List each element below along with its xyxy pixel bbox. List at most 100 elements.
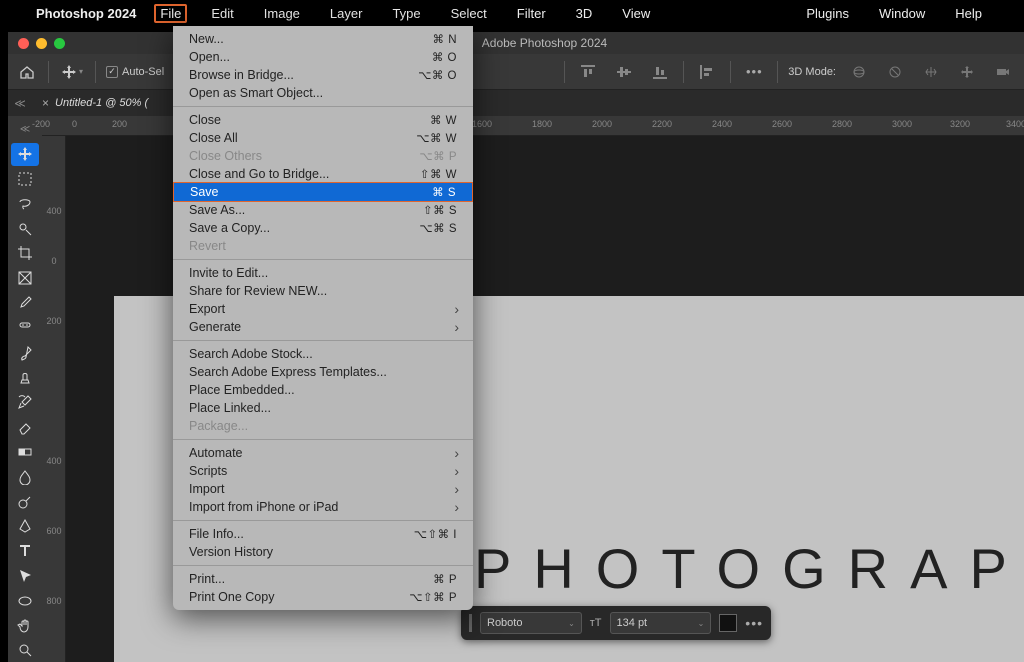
document-tab[interactable]: ×Untitled-1 @ 50% ( — [32, 92, 158, 114]
menu-item-print[interactable]: Print...⌘ P — [173, 570, 473, 588]
menu-image[interactable]: Image — [258, 4, 306, 23]
menu-item-save[interactable]: Save⌘ S — [173, 182, 473, 202]
menu-item-invite-to-edit[interactable]: Invite to Edit... — [173, 264, 473, 282]
tools-panel: ≪ — [8, 116, 42, 662]
menu-item-place-embedded[interactable]: Place Embedded... — [173, 381, 473, 399]
align-top-icon[interactable] — [575, 60, 601, 84]
menu-view[interactable]: View — [616, 4, 656, 23]
brush-tool[interactable] — [11, 341, 39, 364]
menu-item-close[interactable]: Close⌘ W — [173, 111, 473, 129]
menu-item-scripts[interactable]: Scripts — [173, 462, 473, 480]
crop-tool[interactable] — [11, 242, 39, 265]
menu-item-export[interactable]: Export — [173, 300, 473, 318]
menu-item-import[interactable]: Import — [173, 480, 473, 498]
options-bar: ▾ ✓Auto-Sel ••• 3D Mode: — [8, 54, 1024, 90]
app-window: Adobe Photoshop 2024 ▾ ✓Auto-Sel ••• 3D … — [8, 32, 1024, 662]
menu-item-save-a-copy[interactable]: Save a Copy...⌥⌘ S — [173, 219, 473, 237]
home-button[interactable] — [16, 61, 38, 83]
menu-item-browse-in-bridge[interactable]: Browse in Bridge...⌥⌘ O — [173, 66, 473, 84]
menu-item-print-one-copy[interactable]: Print One Copy⌥⇧⌘ P — [173, 588, 473, 606]
more-options-icon[interactable]: ••• — [741, 60, 767, 84]
text-color-swatch[interactable] — [719, 614, 737, 632]
healing-brush-tool[interactable] — [11, 317, 39, 340]
canvas-text-layer[interactable]: PHOTOGRAPHY — [474, 536, 1024, 601]
3d-slide-icon[interactable] — [954, 60, 980, 84]
document-tabbar: ≪ ×Untitled-1 @ 50% ( — [8, 90, 1024, 116]
3d-roll-icon[interactable] — [882, 60, 908, 84]
ellipse-tool[interactable] — [11, 589, 39, 612]
minimize-window-button[interactable] — [36, 38, 47, 49]
window-titlebar: Adobe Photoshop 2024 — [8, 32, 1024, 54]
font-size-icon: тT — [590, 617, 602, 629]
menu-file[interactable]: File — [154, 4, 187, 23]
menu-item-new[interactable]: New...⌘ N — [173, 30, 473, 48]
menu-item-import-from-iphone-or-ipad[interactable]: Import from iPhone or iPad — [173, 498, 473, 516]
eyedropper-tool[interactable] — [11, 292, 39, 315]
close-window-button[interactable] — [18, 38, 29, 49]
menu-item-place-linked[interactable]: Place Linked... — [173, 399, 473, 417]
marquee-tool[interactable] — [11, 168, 39, 191]
menu-item-file-info[interactable]: File Info...⌥⇧⌘ I — [173, 525, 473, 543]
move-tool[interactable] — [11, 143, 39, 166]
lasso-tool[interactable] — [11, 192, 39, 215]
font-size-select[interactable]: 134 pt⌄ — [610, 612, 712, 634]
type-properties-bar: Roboto⌄ тT 134 pt⌄ ••• — [461, 606, 771, 640]
align-bottom-icon[interactable] — [647, 60, 673, 84]
maximize-window-button[interactable] — [54, 38, 65, 49]
clone-stamp-tool[interactable] — [11, 366, 39, 389]
menu-item-share-for-review-new[interactable]: Share for Review NEW... — [173, 282, 473, 300]
pen-tool[interactable] — [11, 515, 39, 538]
menu-window[interactable]: Window — [873, 4, 931, 23]
menu-item-open-as-smart-object[interactable]: Open as Smart Object... — [173, 84, 473, 102]
zoom-tool[interactable] — [11, 639, 39, 662]
app-name[interactable]: Photoshop 2024 — [36, 6, 136, 21]
quick-select-tool[interactable] — [11, 217, 39, 240]
menu-type[interactable]: Type — [386, 4, 426, 23]
gradient-tool[interactable] — [11, 441, 39, 464]
hand-tool[interactable] — [11, 614, 39, 637]
menu-select[interactable]: Select — [445, 4, 493, 23]
eraser-tool[interactable] — [11, 416, 39, 439]
traffic-lights — [8, 38, 65, 49]
3d-mode-label: 3D Mode: — [788, 66, 836, 78]
macos-menubar: Photoshop 2024 File Edit Image Layer Type Sel… — [0, 0, 1024, 26]
menu-item-close-and-go-to-bridge[interactable]: Close and Go to Bridge...⇧⌘ W — [173, 165, 473, 183]
3d-pan-icon[interactable] — [918, 60, 944, 84]
align-left-icon[interactable] — [694, 60, 720, 84]
menu-item-revert: Revert — [173, 237, 473, 255]
menu-item-generate[interactable]: Generate — [173, 318, 473, 336]
workspace: ≪ -2000200160018002000220024002600280030… — [8, 116, 1024, 662]
menu-filter[interactable]: Filter — [511, 4, 552, 23]
menu-item-close-all[interactable]: Close All⌥⌘ W — [173, 129, 473, 147]
menu-help[interactable]: Help — [949, 4, 988, 23]
auto-select-checkbox[interactable]: ✓Auto-Sel — [106, 66, 164, 78]
menu-item-open[interactable]: Open...⌘ O — [173, 48, 473, 66]
menu-3d[interactable]: 3D — [570, 4, 599, 23]
menu-edit[interactable]: Edit — [205, 4, 239, 23]
file-menu-dropdown: New...⌘ NOpen...⌘ OBrowse in Bridge...⌥⌘… — [173, 26, 473, 610]
menu-item-save-as[interactable]: Save As...⇧⌘ S — [173, 201, 473, 219]
menu-item-package: Package... — [173, 417, 473, 435]
tab-prev-icon[interactable]: ≪ — [8, 97, 32, 110]
more-type-options-icon[interactable]: ••• — [745, 615, 763, 631]
move-tool-icon[interactable]: ▾ — [59, 60, 85, 84]
menu-item-search-adobe-stock[interactable]: Search Adobe Stock... — [173, 345, 473, 363]
3d-orbit-icon[interactable] — [846, 60, 872, 84]
menu-item-search-adobe-express-templates[interactable]: Search Adobe Express Templates... — [173, 363, 473, 381]
menu-layer[interactable]: Layer — [324, 4, 369, 23]
menu-item-automate[interactable]: Automate — [173, 444, 473, 462]
blur-tool[interactable] — [11, 465, 39, 488]
frame-tool[interactable] — [11, 267, 39, 290]
drag-handle-icon[interactable] — [469, 614, 472, 632]
path-select-tool[interactable] — [11, 565, 39, 588]
align-vcenter-icon[interactable] — [611, 60, 637, 84]
menu-plugins[interactable]: Plugins — [800, 4, 855, 23]
3d-camera-icon[interactable] — [990, 60, 1016, 84]
dodge-tool[interactable] — [11, 490, 39, 513]
font-family-select[interactable]: Roboto⌄ — [480, 612, 582, 634]
type-tool[interactable] — [11, 540, 39, 563]
close-tab-icon[interactable]: × — [42, 96, 49, 110]
history-brush-tool[interactable] — [11, 391, 39, 414]
ruler-vertical[interactable]: 4000200400600800 — [42, 136, 66, 662]
menu-item-version-history[interactable]: Version History — [173, 543, 473, 561]
